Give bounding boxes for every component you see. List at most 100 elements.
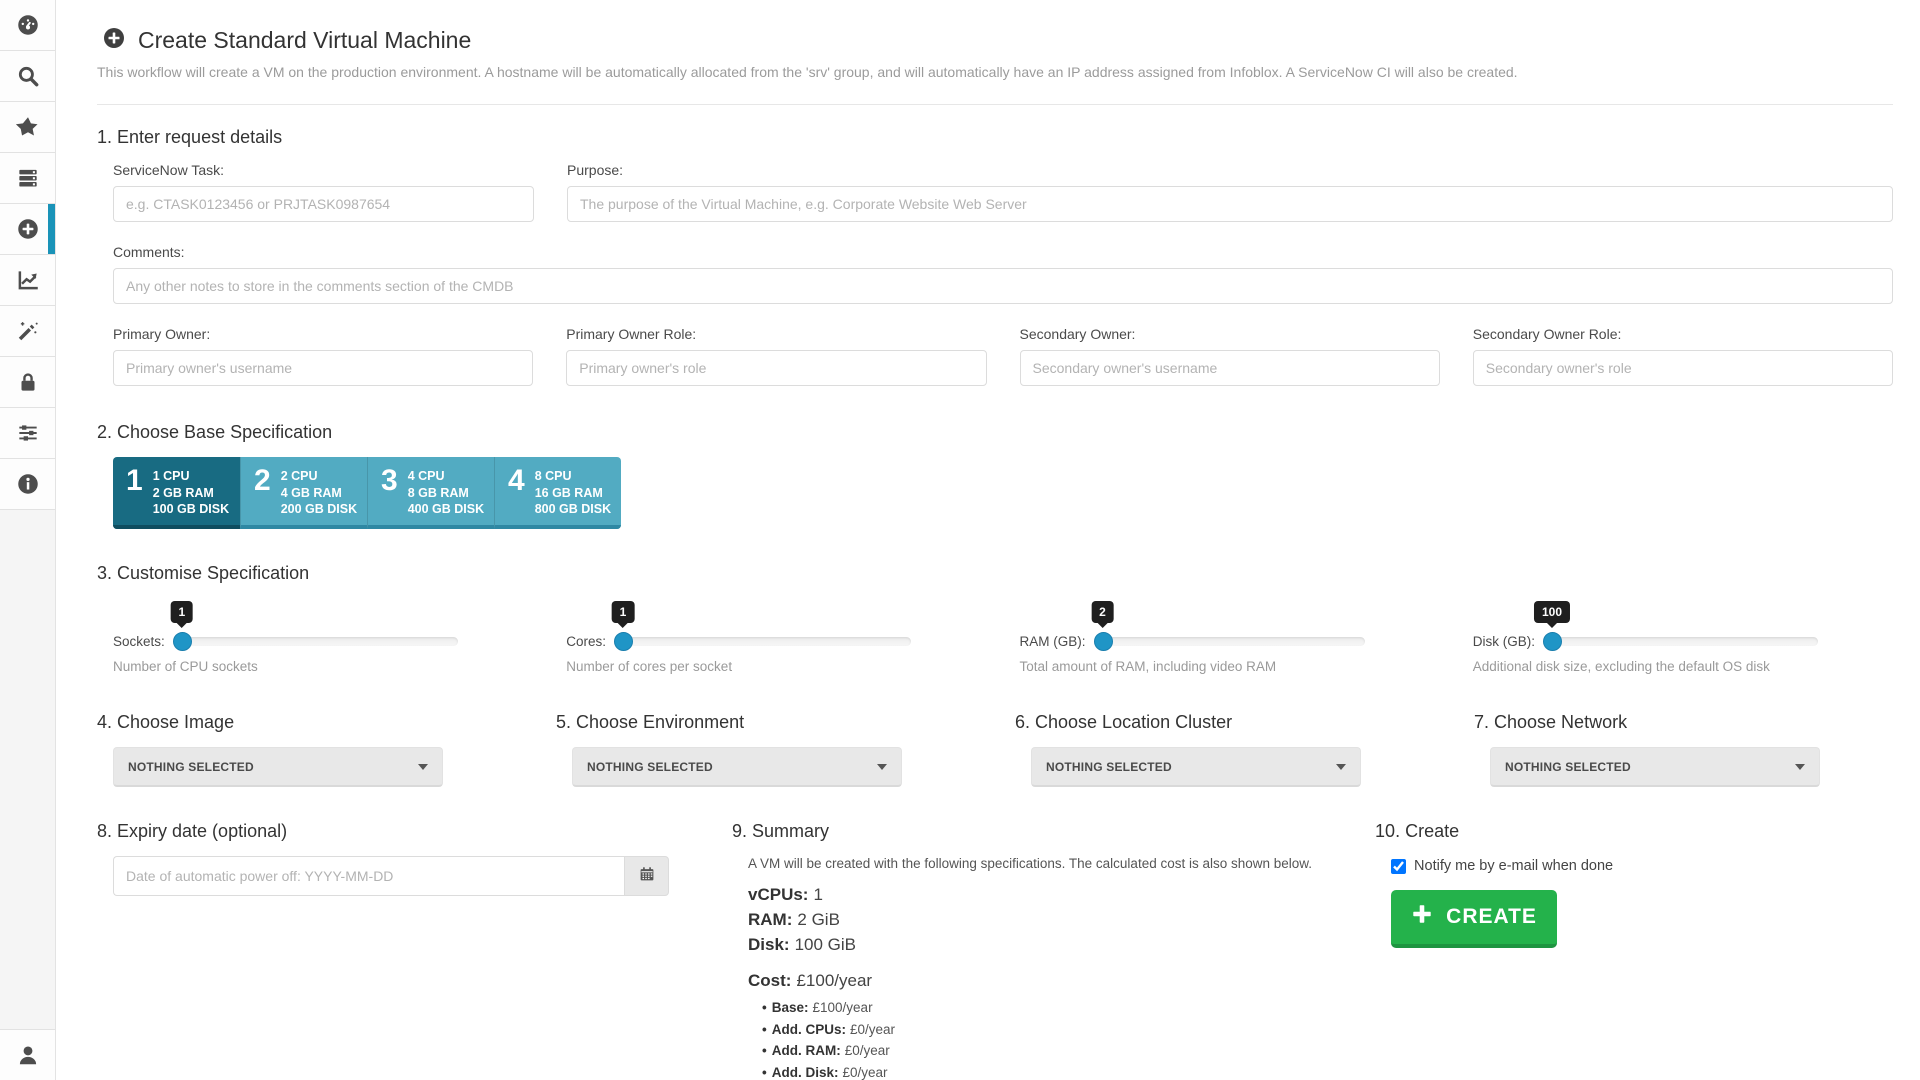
base-spec-tile-4[interactable]: 4 8 CPU 16 GB RAM 800 GB DISK xyxy=(494,457,621,529)
location-cluster-dropdown[interactable]: NOTHING SELECTED xyxy=(1031,747,1361,787)
tile-number: 2 xyxy=(254,464,271,497)
servicenow-task-input[interactable] xyxy=(113,186,534,222)
section-heading: 6. Choose Location Cluster xyxy=(1015,712,1233,732)
summary-cost-breakdown: Base:£100/year Add. CPUs:£0/year Add. RA… xyxy=(748,997,1312,1080)
sidebar-item-reports[interactable] xyxy=(0,255,55,306)
section-heading: 10. Create xyxy=(1375,821,1460,841)
sidebar-item-search[interactable] xyxy=(0,51,55,102)
cost-breakdown-disk: Add. Disk:£0/year xyxy=(762,1062,1312,1080)
ram-slider-handle[interactable]: 2 xyxy=(1091,601,1114,651)
sockets-slider-field: Sockets: 1 Number of CPU sockets xyxy=(113,601,533,674)
section-heading: 3. Customise Specification xyxy=(97,563,310,583)
sidebar xyxy=(0,0,56,1080)
network-dropdown[interactable]: NOTHING SELECTED xyxy=(1490,747,1820,787)
section-heading: 9. Summary xyxy=(732,821,830,841)
sockets-slider-value-tooltip: 1 xyxy=(170,601,194,623)
secondary-owner-field-group: Secondary Owner: xyxy=(1019,326,1440,386)
cores-slider-track[interactable]: 1 xyxy=(611,601,912,651)
cost-breakdown-base: Base:£100/year xyxy=(762,997,1312,1019)
chevron-down-icon xyxy=(418,763,428,770)
chevron-down-icon xyxy=(1336,763,1346,770)
cost-breakdown-ram: Add. RAM:£0/year xyxy=(762,1040,1312,1062)
sidebar-item-security[interactable] xyxy=(0,357,55,408)
sidebar-item-create[interactable] xyxy=(0,204,55,255)
summary-ram: RAM: 2 GiB xyxy=(748,910,840,929)
tile-cpu: 4 CPU xyxy=(407,469,445,483)
disk-slider-label: Disk (GB): xyxy=(1472,634,1535,649)
secondary-owner-input[interactable] xyxy=(1019,350,1440,386)
sidebar-item-wizard[interactable] xyxy=(0,306,55,357)
comments-label: Comments: xyxy=(113,244,185,260)
tile-disk: 400 GB DISK xyxy=(407,502,485,516)
sidebar-item-servers[interactable] xyxy=(0,153,55,204)
sidebar-item-user[interactable] xyxy=(0,1029,55,1080)
comments-input[interactable] xyxy=(113,268,1893,304)
disk-slider-value-tooltip: 100 xyxy=(1533,601,1571,623)
section-choose-network: 7. Choose Network NOTHING SELECTED xyxy=(1474,712,1893,787)
section-heading: 4. Choose Image xyxy=(97,712,235,732)
search-icon xyxy=(15,63,41,89)
ram-slider-field: RAM (GB): 2 Total amount of RAM, includi… xyxy=(1019,601,1440,674)
ram-slider-label: RAM (GB): xyxy=(1019,634,1086,649)
primary-owner-input[interactable] xyxy=(113,350,534,386)
page-title: Create Standard Virtual Machine xyxy=(138,27,472,53)
disk-slider-track[interactable]: 100 xyxy=(1533,601,1818,651)
tile-disk: 200 GB DISK xyxy=(280,502,358,516)
server-stack-icon xyxy=(15,165,41,191)
disk-slider-caption: Additional disk size, excluding the defa… xyxy=(1472,659,1770,674)
sockets-slider-handle[interactable]: 1 xyxy=(170,601,194,651)
image-dropdown[interactable]: NOTHING SELECTED xyxy=(113,747,443,787)
cores-slider-value-tooltip: 1 xyxy=(611,601,635,623)
dashboard-gauge-icon xyxy=(15,12,41,38)
purpose-field-group: Purpose: xyxy=(567,162,1893,222)
sockets-slider-caption: Number of CPU sockets xyxy=(113,659,258,674)
cores-slider-field: Cores: 1 Number of cores per socket xyxy=(566,601,986,674)
sidebar-item-dashboard[interactable] xyxy=(0,0,55,51)
tile-disk: 800 GB DISK xyxy=(534,502,612,516)
purpose-input[interactable] xyxy=(567,186,1893,222)
section-heading: 2. Choose Base Specification xyxy=(97,422,333,442)
cores-slider-label: Cores: xyxy=(566,634,607,649)
environment-dropdown[interactable]: NOTHING SELECTED xyxy=(572,747,902,787)
notify-email-checkbox[interactable] xyxy=(1391,858,1407,874)
tile-ram: 8 GB RAM xyxy=(407,485,469,500)
base-spec-tile-group: 1 1 CPU 2 GB RAM 100 GB DISK 2 2 CPU 4 G… xyxy=(113,457,621,529)
plus-icon xyxy=(1411,903,1433,931)
tile-number: 4 xyxy=(508,464,525,497)
summary-cost-total: Cost: £100/year xyxy=(748,971,873,990)
notify-email-label: Notify me by e-mail when done xyxy=(1414,858,1614,874)
primary-owner-role-label: Primary Owner Role: xyxy=(566,326,697,342)
secondary-owner-label: Secondary Owner: xyxy=(1019,326,1136,342)
disk-slider-handle[interactable]: 100 xyxy=(1533,601,1571,651)
primary-owner-role-field-group: Primary Owner Role: xyxy=(566,326,987,386)
primary-owner-role-input[interactable] xyxy=(566,350,987,386)
lock-icon xyxy=(15,369,41,395)
tile-ram: 16 GB RAM xyxy=(534,485,603,500)
sidebar-item-info[interactable] xyxy=(0,459,55,510)
create-button-label: CREATE xyxy=(1446,905,1537,928)
create-button[interactable]: CREATE xyxy=(1391,890,1558,948)
section-choose-image: 4. Choose Image NOTHING SELECTED xyxy=(97,712,516,787)
base-spec-tile-2[interactable]: 2 2 CPU 4 GB RAM 200 GB DISK xyxy=(240,457,367,529)
summary-intro: A VM will be created with the following … xyxy=(748,856,1313,871)
base-spec-tile-3[interactable]: 3 4 CPU 8 GB RAM 400 GB DISK xyxy=(367,457,494,529)
tile-cpu: 1 CPU xyxy=(152,469,190,483)
section-heading: 5. Choose Environment xyxy=(556,712,745,732)
chevron-down-icon xyxy=(1795,763,1805,770)
base-spec-tile-1[interactable]: 1 1 CPU 2 GB RAM 100 GB DISK xyxy=(113,457,240,529)
calendar-picker-button[interactable] xyxy=(624,856,669,896)
page-subtitle: This workflow will create a VM on the pr… xyxy=(97,64,1518,80)
sidebar-item-settings[interactable] xyxy=(0,408,55,459)
summary-disk: Disk: 100 GiB xyxy=(748,935,857,954)
secondary-owner-role-input[interactable] xyxy=(1472,350,1893,386)
sidebar-item-favorites[interactable] xyxy=(0,102,55,153)
expiry-date-input-group xyxy=(113,856,669,896)
expiry-date-input[interactable] xyxy=(113,856,624,896)
cores-slider-handle[interactable]: 1 xyxy=(611,601,635,651)
sockets-slider-track[interactable]: 1 xyxy=(170,601,458,651)
user-icon xyxy=(15,1042,41,1068)
ram-slider-track[interactable]: 2 xyxy=(1091,601,1365,651)
page-header: Create Standard Virtual Machine xyxy=(97,26,1893,55)
section-create: 10. Create Notify me by e-mail when done… xyxy=(1375,821,1893,1080)
tile-number: 1 xyxy=(126,464,143,497)
